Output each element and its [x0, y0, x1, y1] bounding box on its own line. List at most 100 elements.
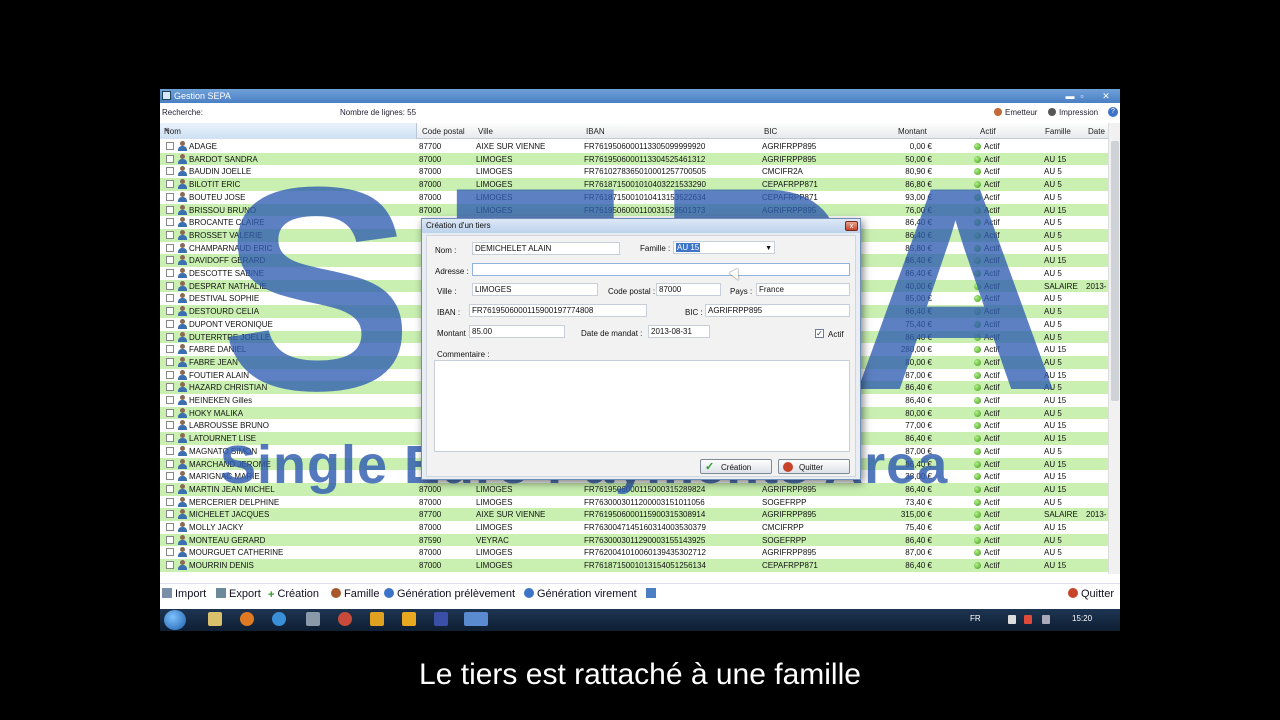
row-checkbox[interactable] — [166, 548, 174, 557]
column-header-montant[interactable]: Montant — [898, 127, 927, 136]
scrollbar-thumb[interactable] — [1111, 141, 1119, 401]
table-row[interactable]: BRISSOU BRUNO 87000 LIMOGES FR7619506000110… — [160, 203, 1108, 217]
start-button[interactable] — [164, 610, 186, 630]
table-row[interactable]: ADAGE 87700 AIXE SUR VIENNE FR7619506000113… — [160, 140, 1108, 153]
table-row[interactable]: BAUDIN JOELLE 87000 LIMOGES FR7610278365010… — [160, 165, 1108, 179]
creation-button[interactable]: + Création — [268, 588, 319, 601]
table-row[interactable]: MOLLY JACKY 87000 LIMOGES FR763004714516031… — [160, 521, 1108, 534]
pays-input[interactable]: France — [756, 283, 850, 296]
row-checkbox[interactable] — [166, 345, 174, 354]
row-checkbox[interactable] — [166, 192, 174, 201]
minimize-button[interactable]: ▬ — [1064, 90, 1076, 102]
row-checkbox[interactable] — [166, 472, 174, 481]
column-header-iban[interactable]: IBAN — [586, 127, 605, 136]
column-header-famille[interactable]: Famille — [1045, 127, 1071, 136]
row-checkbox[interactable] — [166, 205, 174, 214]
row-checkbox[interactable] — [166, 218, 174, 227]
row-checkbox[interactable] — [166, 256, 174, 265]
row-checkbox[interactable] — [166, 167, 174, 176]
row-checkbox[interactable] — [166, 357, 174, 366]
row-checkbox[interactable] — [166, 497, 174, 506]
sepa-taskbar-icon[interactable] — [464, 612, 488, 626]
creation-submit-button[interactable]: ✓ Création — [700, 459, 772, 474]
commentaire-textarea[interactable] — [434, 360, 850, 452]
row-checkbox[interactable] — [166, 523, 174, 531]
quitter-dialog-button[interactable]: Quitter — [778, 459, 850, 474]
report-button[interactable] — [646, 588, 659, 600]
row-checkbox[interactable] — [166, 180, 174, 189]
row-checkbox[interactable] — [166, 154, 174, 163]
row-checkbox[interactable] — [166, 421, 174, 430]
row-checkbox[interactable] — [166, 510, 174, 519]
tool-taskbar-icon[interactable] — [434, 612, 448, 626]
row-checkbox[interactable] — [166, 230, 174, 239]
column-header-ville[interactable]: Ville — [478, 127, 493, 136]
table-row[interactable]: BILOTIT ERIC 87000 LIMOGES FR76187150010104… — [160, 178, 1108, 191]
row-checkbox[interactable] — [166, 243, 174, 252]
generation-prelevement-button[interactable]: Génération prélèvement — [384, 588, 515, 600]
row-checkbox[interactable] — [166, 294, 174, 303]
row-checkbox[interactable] — [166, 561, 174, 570]
actif-checkbox[interactable]: ✓ — [815, 329, 824, 338]
row-checkbox[interactable] — [166, 535, 174, 544]
vertical-scrollbar[interactable] — [1108, 123, 1120, 574]
row-checkbox[interactable] — [166, 319, 174, 328]
network-icon[interactable] — [1042, 615, 1050, 624]
column-header-actif[interactable]: Actif — [980, 127, 996, 136]
row-checkbox[interactable] — [166, 307, 174, 316]
iban-input[interactable]: FR7619506000115900197774808 — [469, 304, 647, 317]
column-header-date[interactable]: Date — [1088, 127, 1105, 136]
row-checkbox[interactable] — [166, 434, 174, 443]
explorer-taskbar-icon[interactable] — [208, 612, 222, 626]
close-window-button[interactable]: ✕ — [1100, 90, 1112, 102]
bic-input[interactable]: AGRIFRPP895 — [705, 304, 850, 317]
table-row[interactable]: MONTEAU GERARD 87590 VEYRAC FR7630003011290… — [160, 533, 1108, 547]
code-postal-input[interactable]: 87000 — [656, 283, 721, 296]
row-checkbox[interactable] — [166, 396, 174, 404]
impression-button[interactable]: Impression — [1048, 108, 1098, 117]
table-row[interactable]: MOURGUET CATHERINE 87000 LIMOGES FR76200410… — [160, 546, 1108, 560]
volume-icon[interactable] — [1024, 615, 1032, 624]
famille-select[interactable]: AU 15 ▼ — [673, 241, 775, 254]
office-taskbar-icon[interactable] — [402, 612, 416, 626]
row-checkbox[interactable] — [166, 459, 174, 468]
date-mandat-input[interactable]: 2013-08-31 — [648, 325, 710, 338]
quitter-button[interactable]: Quitter — [1068, 588, 1114, 600]
row-checkbox[interactable] — [166, 370, 174, 379]
row-checkbox[interactable] — [166, 408, 174, 417]
row-checkbox[interactable] — [166, 484, 174, 493]
row-checkbox[interactable] — [166, 383, 174, 392]
nom-input[interactable]: DEMICHELET ALAIN — [472, 242, 620, 255]
row-checkbox[interactable] — [166, 332, 174, 341]
table-row[interactable]: MICHELET JACQUES 87700 AIXE SUR VIENNE FR76… — [160, 508, 1108, 521]
famille-button[interactable]: Famille — [331, 588, 379, 600]
row-checkbox[interactable] — [166, 269, 174, 277]
table-row[interactable]: BOUTEU JOSE 87000 LIMOGES FR761871500101041… — [160, 190, 1108, 204]
app-taskbar-icon[interactable] — [306, 612, 320, 626]
browser-taskbar-icon[interactable] — [272, 612, 286, 626]
table-row[interactable]: BARDOT SANDRA 87000 LIMOGES FR7619506000113… — [160, 152, 1108, 166]
import-button[interactable]: Import — [162, 588, 206, 600]
player-taskbar-icon[interactable] — [370, 612, 384, 626]
firefox-taskbar-icon[interactable] — [240, 612, 254, 626]
language-indicator[interactable]: FR — [970, 614, 981, 623]
column-header-code-postal[interactable]: Code postal — [422, 127, 465, 136]
emetteur-button[interactable]: Emetteur — [994, 108, 1037, 117]
table-row[interactable]: MARTIN JEAN MICHEL 87000 LIMOGES FR76195060… — [160, 482, 1108, 496]
column-header-nom[interactable]: Nom ▲ — [160, 123, 417, 139]
table-row[interactable]: MOURRIN DENIS 87000 LIMOGES FR7618715001013… — [160, 559, 1108, 572]
column-header-bic[interactable]: BIC — [764, 127, 777, 136]
media-taskbar-icon[interactable] — [338, 612, 352, 626]
adresse-input[interactable] — [472, 263, 850, 276]
row-checkbox[interactable] — [166, 446, 174, 455]
ville-input[interactable]: LIMOGES — [472, 283, 598, 296]
maximize-button[interactable]: ▫ — [1076, 90, 1088, 102]
generation-virement-button[interactable]: Génération virement — [524, 588, 637, 600]
dialog-close-button[interactable]: x — [845, 221, 858, 231]
battery-icon[interactable] — [1008, 615, 1016, 624]
row-checkbox[interactable] — [166, 281, 174, 290]
help-icon[interactable]: ? — [1108, 107, 1118, 117]
montant-input[interactable]: 85.00 — [469, 325, 565, 338]
export-button[interactable]: Export — [216, 588, 261, 600]
search-label[interactable]: Recherche: — [162, 108, 203, 117]
